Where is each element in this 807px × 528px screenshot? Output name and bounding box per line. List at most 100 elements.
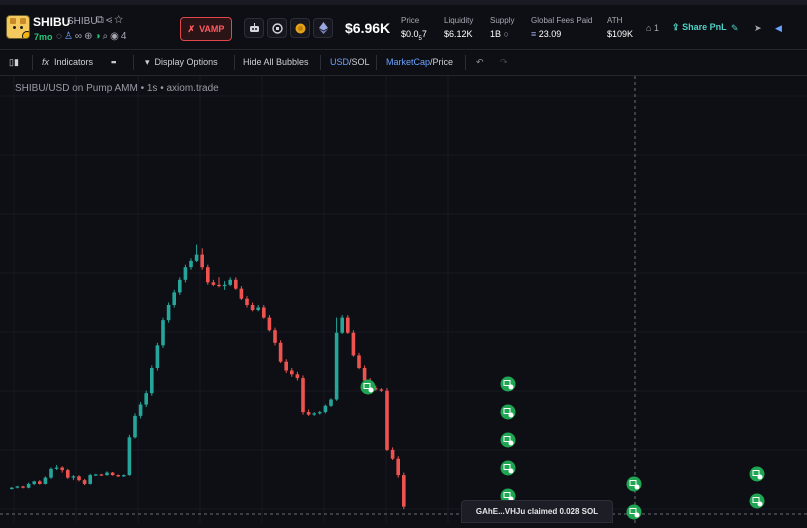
avatar-eye-right xyxy=(20,26,23,29)
claim-bubble-icon[interactable] xyxy=(500,460,516,476)
candle-down xyxy=(262,307,266,318)
candle-type-icon[interactable]: ▯▮ xyxy=(9,57,19,68)
stat-price-value: $0.057 xyxy=(401,29,427,42)
claim-bubble-icon[interactable] xyxy=(500,432,516,448)
stat-ath-label: ATH xyxy=(607,16,623,25)
chart-canvas[interactable] xyxy=(0,76,807,523)
claim-bubble-icon[interactable] xyxy=(626,476,642,492)
claim-bubble-circle xyxy=(360,379,376,395)
candle-down xyxy=(38,481,42,484)
candle-down xyxy=(250,305,255,311)
bot-icon[interactable] xyxy=(244,18,264,38)
watchers[interactable]: ⌂ 1 xyxy=(646,23,659,33)
globe-icon[interactable]: ⊕ xyxy=(84,31,94,42)
announcement-icon[interactable]: ◀ xyxy=(775,23,782,34)
candle-up xyxy=(334,332,339,400)
eye-icon[interactable]: ◉ xyxy=(110,31,121,42)
vamp-label: VAMP xyxy=(199,24,225,34)
price-chart[interactable] xyxy=(0,76,807,523)
stat-liquidity-value: $6.12K xyxy=(444,29,473,39)
claim-bubble-icon[interactable] xyxy=(626,504,642,520)
ethereum-icon[interactable] xyxy=(313,18,333,38)
stat-fees-label: Global Fees Paid xyxy=(531,16,593,25)
currency-toggle[interactable]: USD/SOL xyxy=(330,57,370,67)
candle-up xyxy=(166,305,171,321)
pump-icon[interactable]: ◑ xyxy=(94,31,102,42)
toolbar-divider xyxy=(320,55,321,70)
claim-bubble-icon[interactable] xyxy=(749,493,765,509)
pin-icon[interactable]: ✎ xyxy=(731,23,739,34)
share-icon[interactable]: ⋖ xyxy=(106,14,114,26)
candle-down xyxy=(284,361,288,371)
share-pnl-button[interactable]: ⇪ Share PnL xyxy=(672,22,727,33)
candle-down xyxy=(200,254,204,268)
pump-badge-icon xyxy=(22,31,29,38)
candle-down xyxy=(99,474,104,476)
candle-down xyxy=(357,355,361,368)
price-option[interactable]: Price xyxy=(433,57,454,67)
stat-price-label: Price xyxy=(401,16,420,25)
claim-tooltip: GAhE...VHJu claimed 0.028 SOL xyxy=(461,500,613,523)
chevron-down-icon: ▾ xyxy=(145,57,150,67)
claim-bubble-circle xyxy=(500,432,516,448)
candle-up xyxy=(318,412,322,414)
undo-icon[interactable]: ↶ xyxy=(476,57,484,68)
claim-bubble-icon[interactable] xyxy=(360,379,376,395)
copy-icon[interactable]: ⧉ xyxy=(96,14,106,26)
star-icon[interactable]: ☆ xyxy=(114,14,125,26)
layout-grid-icon[interactable]: ▪▪ xyxy=(111,57,116,67)
token-name: SHIBU xyxy=(33,15,71,29)
hide-icon[interactable]: ◌ xyxy=(56,31,64,42)
claim-bubble-icon[interactable] xyxy=(749,466,765,482)
candle-down xyxy=(362,368,367,381)
refresh-icon[interactable] xyxy=(267,18,287,38)
solana-icon: ≡ xyxy=(531,29,537,39)
stat-supply: Supply 1B ○ xyxy=(490,16,514,39)
watchers-count: 1 xyxy=(653,23,659,33)
candle-down xyxy=(267,317,272,331)
stat-fees-value: 23.09 xyxy=(538,29,562,39)
claim-bubble-icon[interactable] xyxy=(500,404,516,420)
user-icon[interactable]: ♙ xyxy=(64,31,75,42)
marketcap-option[interactable]: MarketCap xyxy=(386,57,430,67)
token-avatar[interactable] xyxy=(6,15,30,39)
candle-down xyxy=(301,378,305,413)
candle-up xyxy=(43,477,48,484)
token-links: ◌♙∞⊕◑⌕◉4 xyxy=(56,31,128,42)
watch-icon: ⌂ xyxy=(646,23,652,33)
sol-option[interactable]: SOL xyxy=(352,57,370,67)
vamp-button[interactable]: ✗ VAMP xyxy=(180,17,232,41)
candle-down xyxy=(245,298,249,305)
candle-up xyxy=(222,284,227,287)
claim-bubble-dot xyxy=(757,474,763,480)
stat-supply-value-row: 1B ○ xyxy=(490,29,514,39)
metric-toggle[interactable]: MarketCap/Price xyxy=(386,57,453,67)
candle-up xyxy=(155,345,160,368)
link-icon[interactable]: ∞ xyxy=(75,31,84,42)
candle-down xyxy=(60,467,64,471)
display-options-button[interactable]: ▾ Display Options xyxy=(145,57,218,68)
hide-bubbles-button[interactable]: Hide All Bubbles xyxy=(243,57,309,67)
candle-down xyxy=(211,282,216,285)
search-icon[interactable]: ⌕ xyxy=(103,31,111,42)
candle-down xyxy=(295,374,300,379)
coin-icon[interactable] xyxy=(290,18,310,38)
vamp-icon: ✗ xyxy=(187,23,196,34)
candle-up xyxy=(138,404,143,416)
candle-up xyxy=(256,307,260,311)
candle-up xyxy=(54,467,59,469)
token-actions: ⧉⋖☆ xyxy=(96,14,125,27)
candle-down xyxy=(82,480,87,484)
candle-up xyxy=(32,481,36,484)
candle-down xyxy=(290,370,294,375)
candle-down xyxy=(77,476,81,481)
indicators-button[interactable]: fx Indicators xyxy=(42,57,93,67)
token-header: SHIBU SHIBU ⧉⋖☆ 7mo ◌♙∞⊕◑⌕◉4 ✗ VAMP $6.96… xyxy=(0,5,807,50)
usd-option[interactable]: USD xyxy=(330,57,349,67)
telegram-icon[interactable]: ➤ xyxy=(754,23,762,34)
claim-bubble-icon[interactable] xyxy=(500,376,516,392)
candle-down xyxy=(390,449,395,459)
indicators-icon: fx xyxy=(42,57,50,67)
candle-up xyxy=(88,475,92,484)
redo-icon[interactable]: ↷ xyxy=(500,57,508,68)
